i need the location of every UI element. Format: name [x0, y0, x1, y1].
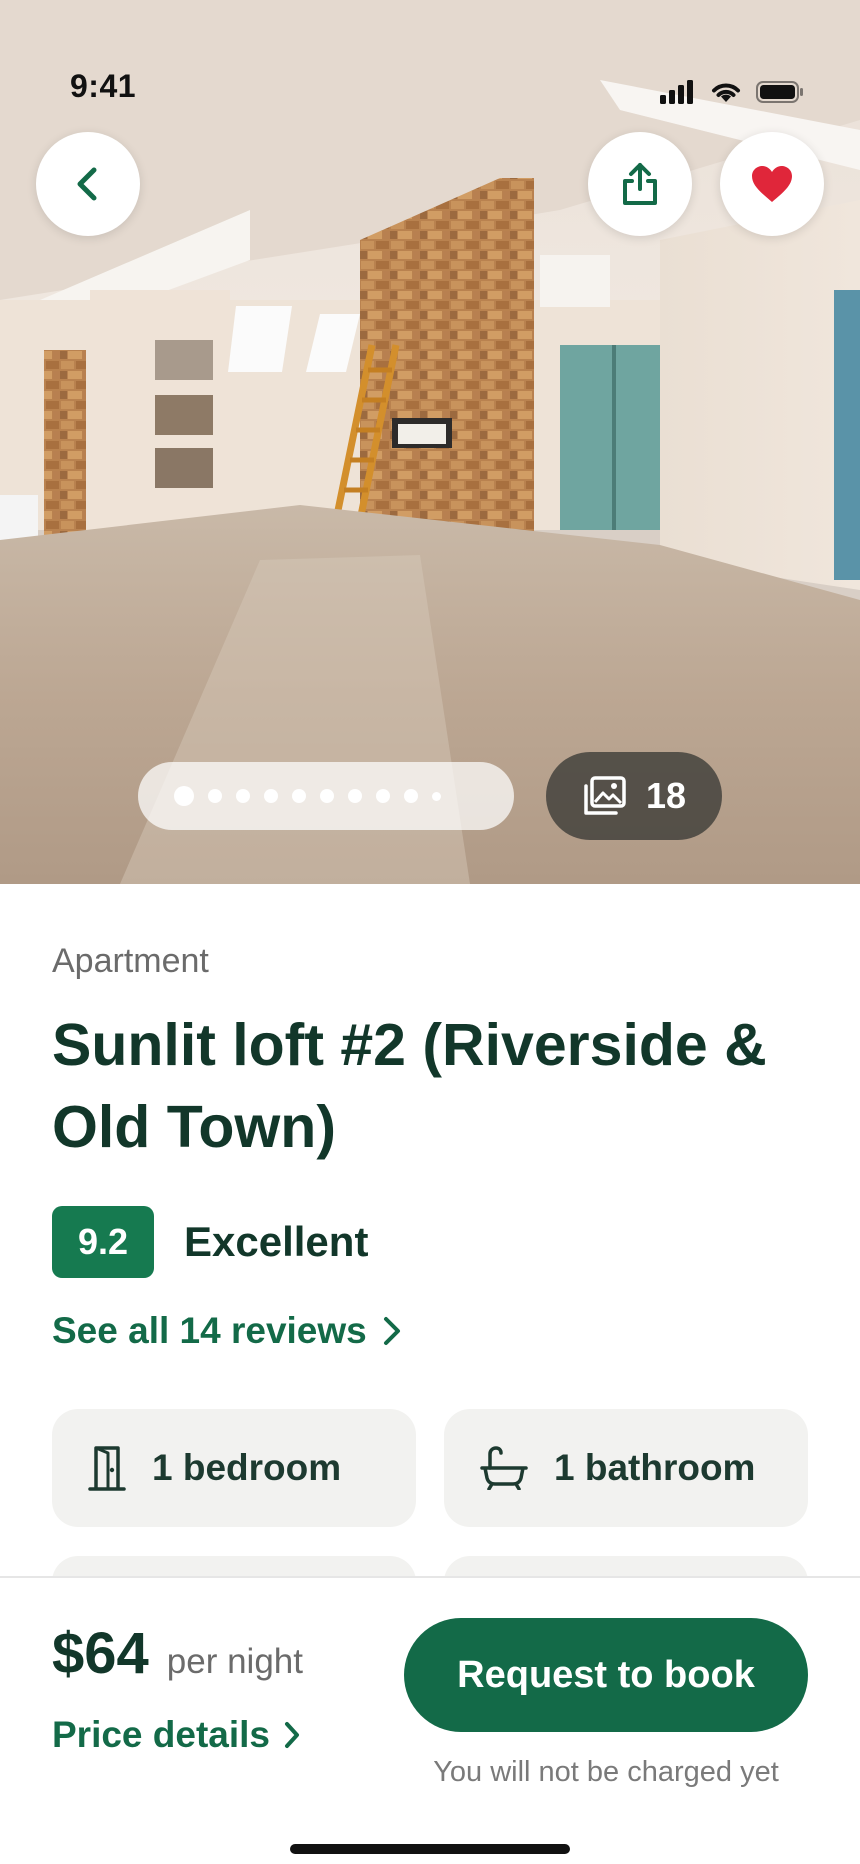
status-bar: 9:41 — [0, 0, 860, 140]
share-icon — [623, 163, 657, 205]
feature-bedrooms: 1 bedroom — [52, 1409, 416, 1527]
feature-label: 1 bathroom — [554, 1447, 756, 1488]
property-type: Apartment — [52, 942, 209, 980]
heart-icon — [752, 166, 792, 202]
chevron-left-icon — [77, 167, 97, 201]
photo-count-button[interactable]: 18 — [546, 752, 722, 840]
wifi-icon — [712, 83, 740, 102]
carousel-indicator — [138, 762, 514, 830]
price-unit: per night — [166, 1642, 303, 1681]
listing-title: Sunlit loft #2 (Riverside & Old Town) — [52, 1012, 767, 1160]
battery-icon — [756, 81, 803, 103]
favorite-button[interactable] — [720, 132, 824, 236]
carousel-dot[interactable] — [320, 789, 334, 803]
carousel-dot[interactable] — [376, 789, 390, 803]
carousel-dot[interactable] — [432, 791, 441, 801]
signal-icon — [660, 80, 693, 104]
carousel-dot[interactable] — [348, 789, 362, 803]
rating-label: Excellent — [184, 1218, 369, 1265]
carousel-dot[interactable] — [236, 789, 250, 803]
price-details-label: Price details — [52, 1714, 271, 1755]
rating-badge: 9.2 — [52, 1206, 154, 1278]
reviews-link-label: See all 14 reviews — [52, 1310, 367, 1351]
carousel-dot[interactable] — [174, 786, 194, 806]
back-button[interactable] — [36, 132, 140, 236]
price-row: $64 per night — [52, 1620, 303, 1687]
chevron-right-icon — [383, 1317, 400, 1345]
status-time: 9:41 — [70, 68, 137, 104]
carousel-dot[interactable] — [264, 789, 278, 803]
booking-bar: $64 per night Price details Request to b… — [0, 1576, 860, 1864]
rating-row: 9.2 Excellent — [52, 1206, 368, 1278]
share-button[interactable] — [588, 132, 692, 236]
carousel-dot[interactable] — [404, 789, 418, 803]
home-indicator[interactable] — [290, 1844, 570, 1854]
no-charge-note: You will not be charged yet — [433, 1756, 779, 1788]
nightly-price: $64 — [52, 1621, 149, 1686]
gallery-icon — [584, 776, 626, 815]
door-icon — [88, 1446, 126, 1491]
bathtub-icon — [480, 1446, 528, 1490]
carousel-dot[interactable] — [208, 789, 222, 803]
photo-count: 18 — [645, 775, 687, 816]
feature-bathrooms: 1 bathroom — [444, 1409, 808, 1527]
price-details-link[interactable]: Price details — [52, 1714, 300, 1756]
request-to-book-button[interactable]: Request to book — [404, 1618, 808, 1732]
carousel-dot[interactable] — [292, 789, 306, 803]
hero-photo-gallery[interactable]: 9:41 18 — [0, 0, 860, 884]
status-icons — [660, 80, 804, 104]
chevron-right-icon — [285, 1722, 300, 1748]
feature-label: 1 bedroom — [152, 1447, 342, 1488]
see-all-reviews-link[interactable]: See all 14 reviews — [52, 1310, 401, 1352]
